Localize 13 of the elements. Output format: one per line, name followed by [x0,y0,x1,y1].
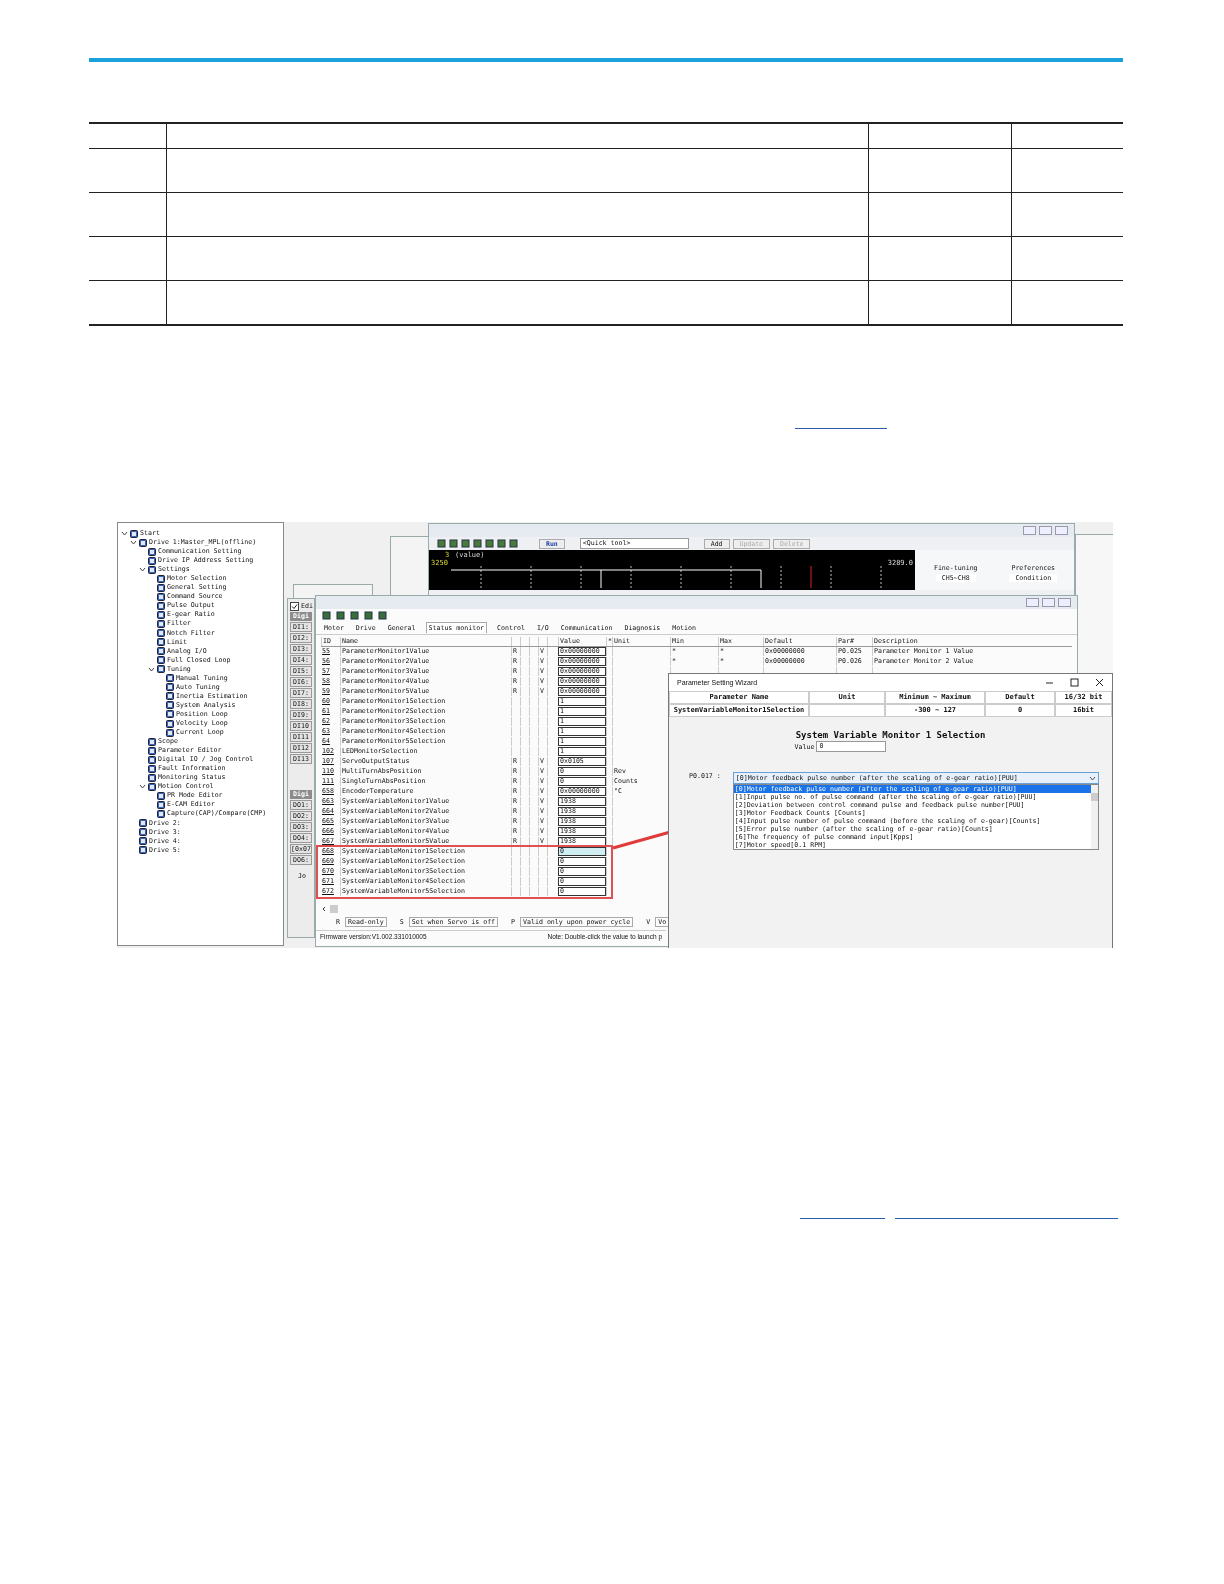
close-icon[interactable] [1095,678,1104,687]
chevron-icon[interactable] [139,566,146,574]
maximize-icon[interactable] [1070,678,1079,687]
checkbox[interactable] [290,601,299,611]
chevron-icon[interactable] [121,530,128,537]
scroll-thumb[interactable] [1090,793,1098,801]
chevron-icon[interactable] [148,665,155,673]
caret-icon[interactable] [321,906,327,912]
scroll-thumb[interactable] [330,905,338,913]
parameter-heading: System Variable Monitor 1 Selection [794,730,987,740]
chevron-icon[interactable] [130,539,137,547]
chevron-icon[interactable] [139,783,146,791]
scrollbar[interactable] [1090,785,1098,849]
